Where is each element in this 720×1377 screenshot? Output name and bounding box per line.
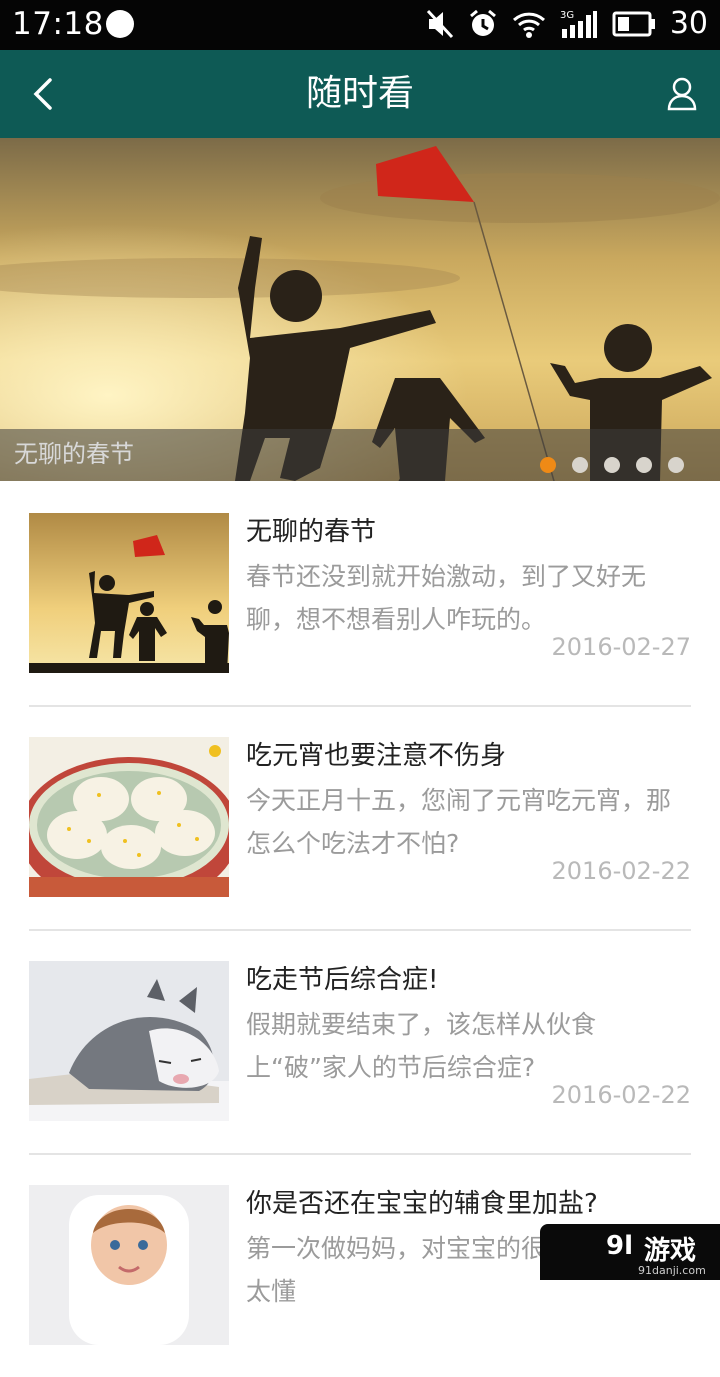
article-thumbnail — [29, 1185, 229, 1345]
status-icons: 3G 30 — [426, 6, 708, 41]
article-thumbnail — [29, 513, 229, 673]
article-summary: 春节还没到就开始激动，到了又好无聊，想不想看别人咋玩的。 — [246, 555, 686, 641]
article-item[interactable]: 吃走节后综合症! 假期就要结束了，该怎样从伙食上“破”家人的节后综合症? 201… — [29, 929, 691, 1155]
article-title: 你是否还在宝宝的辅食里加盐? — [246, 1183, 598, 1220]
article-title: 吃元宵也要注意不伤身 — [246, 735, 506, 772]
svg-text:9l: 9l — [606, 1231, 633, 1261]
site-logo: 9l — [606, 1228, 640, 1262]
article-thumbnail — [29, 961, 229, 1121]
battery-percentage: 30 — [670, 6, 708, 41]
carousel-dot[interactable] — [572, 457, 588, 473]
banner-carousel[interactable]: 无聊的春节 — [0, 138, 720, 481]
article-date: 2016-02-22 — [552, 1081, 691, 1109]
app-header: 随时看 — [0, 50, 720, 138]
mute-icon — [426, 9, 454, 39]
svg-text:3G: 3G — [560, 10, 574, 21]
alarm-icon — [468, 9, 498, 39]
article-title: 吃走节后综合症! — [246, 959, 438, 996]
carousel-dot-active[interactable] — [540, 457, 556, 473]
battery-icon — [612, 11, 656, 37]
banner-caption: 无聊的春节 — [14, 434, 134, 469]
carousel-dot[interactable] — [636, 457, 652, 473]
status-bar: 17:18 3G 30 — [0, 0, 720, 50]
page-title: 随时看 — [0, 50, 720, 138]
article-item[interactable]: 无聊的春节 春节还没到就开始激动，到了又好无聊，想不想看别人咋玩的。 2016-… — [29, 481, 691, 707]
article-title: 无聊的春节 — [246, 511, 376, 548]
article-item[interactable]: 吃元宵也要注意不伤身 今天正月十五，您闹了元宵吃元宵，那怎么个吃法才不怕? 20… — [29, 705, 691, 931]
carousel-indicator — [540, 457, 684, 473]
carousel-dot[interactable] — [668, 457, 684, 473]
site-watermark: 9l 游戏 91danji.com — [540, 1224, 720, 1280]
article-summary: 假期就要结束了，该怎样从伙食上“破”家人的节后综合症? — [246, 1003, 686, 1089]
user-icon[interactable] — [666, 76, 698, 112]
article-date: 2016-02-22 — [552, 857, 691, 885]
carousel-dot[interactable] — [604, 457, 620, 473]
article-summary: 今天正月十五，您闹了元宵吃元宵，那怎么个吃法才不怕? — [246, 779, 686, 865]
app-icon — [106, 10, 134, 38]
wifi-icon — [512, 9, 546, 39]
watermark-brand: 游戏 — [644, 1230, 696, 1267]
article-date: 2016-02-27 — [552, 633, 691, 661]
watermark-site: 91danji.com — [638, 1264, 706, 1277]
article-thumbnail — [29, 737, 229, 897]
clock: 17:18 — [12, 6, 104, 42]
signal-icon: 3G — [560, 9, 598, 39]
